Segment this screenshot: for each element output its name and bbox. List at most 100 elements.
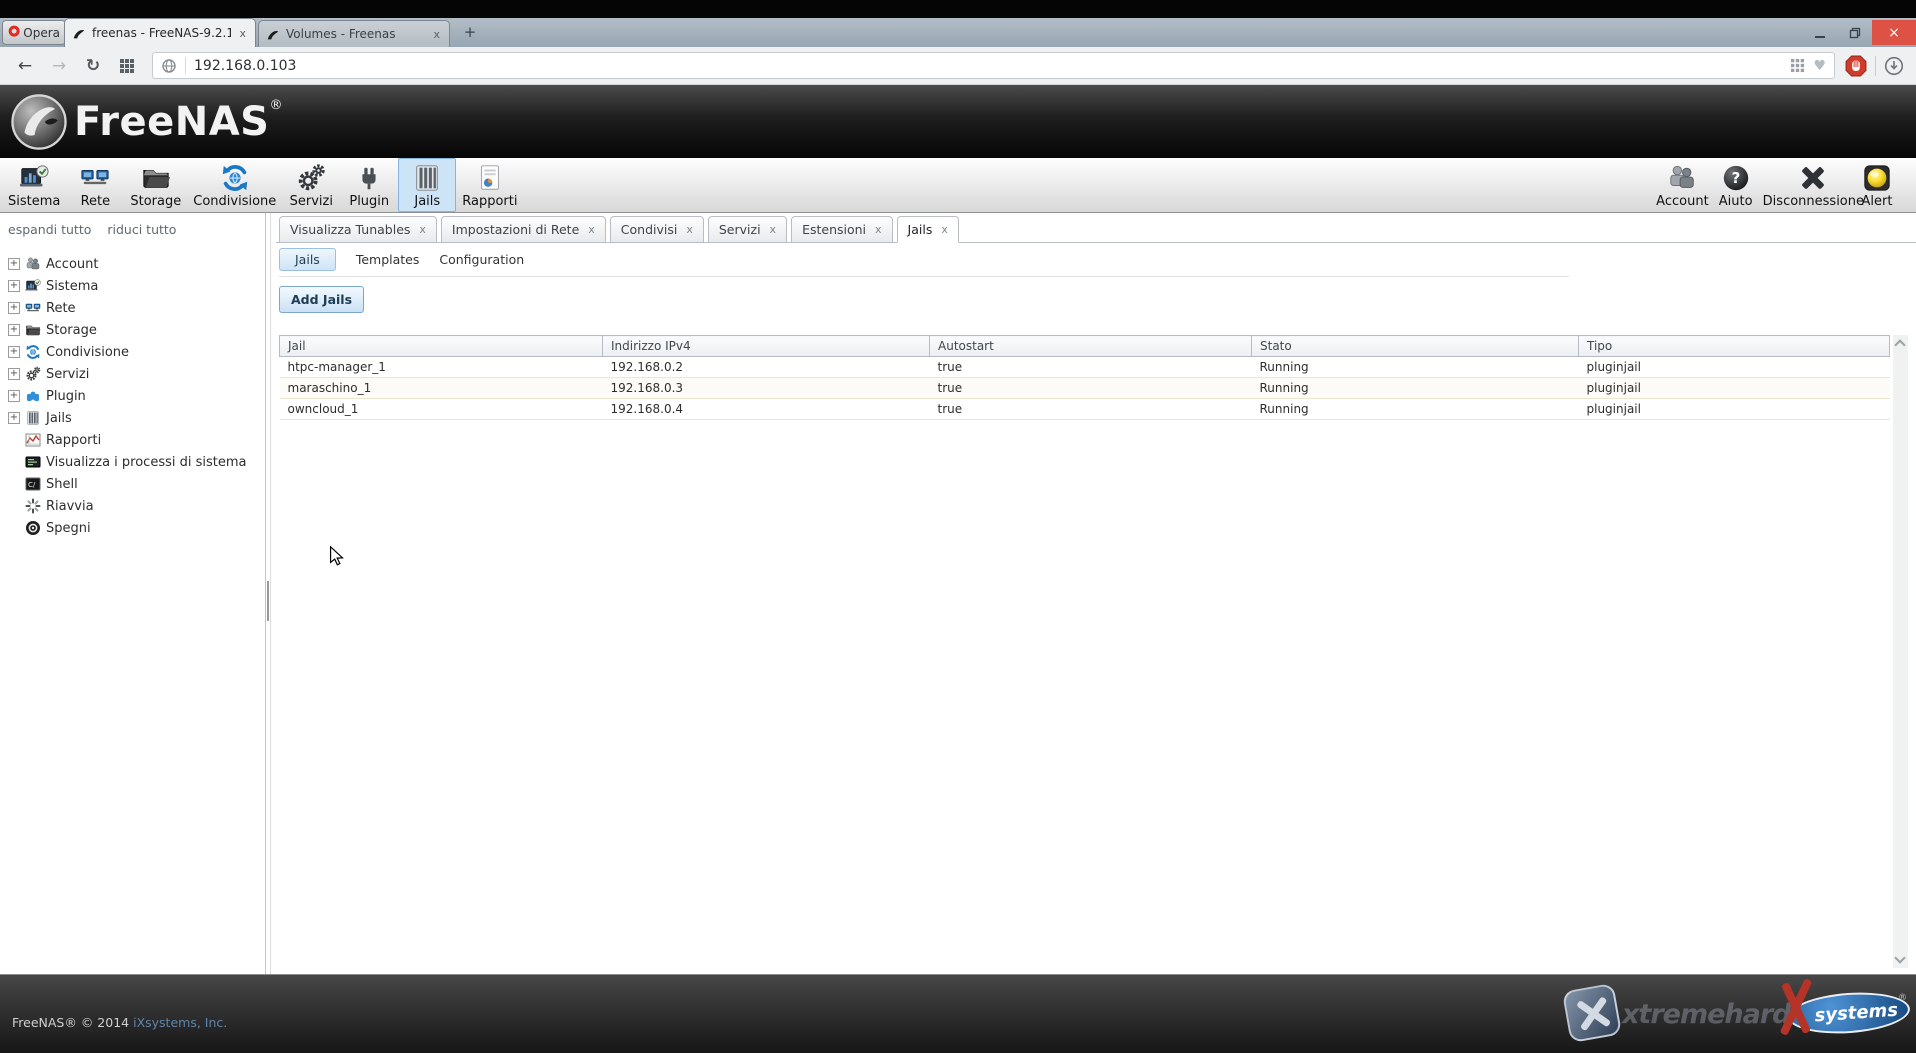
toolbar-item-rete[interactable]: Rete <box>66 158 124 212</box>
url-input[interactable] <box>194 58 1782 74</box>
plugin-icon <box>354 163 384 193</box>
sidebar-item-spegni[interactable]: Spegni <box>8 517 265 539</box>
close-icon[interactable]: x <box>770 223 777 236</box>
toolbar-right-group: Account ? Aiuto Disconnessione Alert <box>1654 158 1916 212</box>
collapse-all-link[interactable]: riduci tutto <box>107 222 176 237</box>
toolbar-label: Account <box>1656 194 1709 209</box>
scroll-down-icon[interactable] <box>1894 952 1905 963</box>
toolbar-item-plugin[interactable]: Plugin <box>340 158 398 212</box>
sidebar-item-rapporti[interactable]: Rapporti <box>8 429 265 451</box>
forward-button[interactable]: → <box>47 54 71 78</box>
tab-servizi[interactable]: Servizi x <box>708 216 787 243</box>
downloads-icon[interactable] <box>1884 56 1904 76</box>
cell-jail-name: htpc-manager_1 <box>280 357 603 378</box>
expander-icon[interactable]: + <box>8 324 20 336</box>
column-header-ipv4[interactable]: Indirizzo IPv4 <box>603 336 930 357</box>
tab-close-icon[interactable]: x <box>237 27 248 40</box>
column-header-stato[interactable]: Stato <box>1252 336 1579 357</box>
close-button[interactable]: × <box>1872 20 1916 45</box>
sidebar-item-label: Condivisione <box>46 345 129 360</box>
expander-icon[interactable]: + <box>8 346 20 358</box>
sidebar-item-shell[interactable]: C/ Shell <box>8 473 265 495</box>
tab-visualizza-tunables[interactable]: Visualizza Tunables x <box>279 216 437 243</box>
expand-all-link[interactable]: espandi tutto <box>8 222 91 237</box>
sidebar-item-processi[interactable]: Visualizza i processi di sistema <box>8 451 265 473</box>
sidebar-item-servizi[interactable]: + Servizi <box>8 363 265 385</box>
reload-button[interactable]: ↻ <box>81 54 105 78</box>
sidebar-splitter[interactable] <box>266 213 276 974</box>
table-row[interactable]: owncloud_1 192.168.0.4 true Running plug… <box>280 399 1890 420</box>
browser-tab-volumes[interactable]: Volumes - Freenas x <box>258 20 450 47</box>
subtab-jails[interactable]: Jails <box>279 248 336 271</box>
column-header-tipo[interactable]: Tipo <box>1579 336 1890 357</box>
reports-chart-icon <box>25 432 41 448</box>
browser-tab-strip: Opera freenas - FreeNAS-9.2.1.5- x Volum… <box>0 18 1916 47</box>
browser-tab-title: Volumes - Freenas <box>286 27 425 41</box>
grid-icon[interactable] <box>1790 58 1805 73</box>
sidebar-item-storage[interactable]: + Storage <box>8 319 265 341</box>
expander-icon[interactable]: + <box>8 258 20 270</box>
expander-icon[interactable]: + <box>8 302 20 314</box>
back-button[interactable]: ← <box>13 54 37 78</box>
tab-estensioni[interactable]: Estensioni x <box>791 216 892 243</box>
sidebar-item-condivisione[interactable]: + Condivisione <box>8 341 265 363</box>
toolbar-item-rapporti[interactable]: Rapporti <box>456 158 523 212</box>
svg-text:C/: C/ <box>28 481 36 489</box>
subtab-configuration[interactable]: Configuration <box>439 252 524 267</box>
column-header-autostart[interactable]: Autostart <box>930 336 1252 357</box>
toolbar-item-jails[interactable]: Jails <box>398 158 456 212</box>
close-icon[interactable]: x <box>686 223 693 236</box>
new-tab-button[interactable]: + <box>460 22 480 42</box>
close-icon[interactable]: x <box>588 223 595 236</box>
browser-tab-freenas[interactable]: freenas - FreeNAS-9.2.1.5- x <box>64 18 256 47</box>
sidebar-item-jails[interactable]: + Jails <box>8 407 265 429</box>
toolbar-item-account[interactable]: Account <box>1654 158 1711 212</box>
opera-menu-button[interactable]: Opera <box>2 20 66 45</box>
add-jails-button[interactable]: Add Jails <box>279 286 364 313</box>
tab-close-icon[interactable]: x <box>431 28 442 41</box>
sidebar-item-plugin[interactable]: + Plugin <box>8 385 265 407</box>
toolbar-item-condivisione[interactable]: Condivisione <box>187 158 282 212</box>
services-gear-icon <box>296 163 326 193</box>
sidebar-item-label: Account <box>46 257 99 272</box>
restore-button[interactable] <box>1837 20 1872 45</box>
adblock-extension-icon[interactable] <box>1845 55 1867 77</box>
table-row[interactable]: maraschino_1 192.168.0.3 true Running pl… <box>280 378 1890 399</box>
splitter-grip[interactable] <box>267 581 269 621</box>
sidebar-item-sistema[interactable]: + Sistema <box>8 275 265 297</box>
toolbar-item-alert[interactable]: Alert <box>1852 158 1902 212</box>
scroll-up-icon[interactable] <box>1894 339 1905 350</box>
minimize-button[interactable] <box>1802 20 1837 45</box>
address-bar[interactable]: ♥ <box>152 52 1835 79</box>
bookmark-heart-icon[interactable]: ♥ <box>1813 58 1826 74</box>
expander-icon[interactable]: + <box>8 368 20 380</box>
ixsystems-link[interactable]: iXsystems, Inc. <box>133 1015 227 1030</box>
expander-icon[interactable]: + <box>8 390 20 402</box>
close-icon[interactable]: x <box>419 223 426 236</box>
subtab-templates[interactable]: Templates <box>356 252 420 267</box>
close-icon[interactable]: x <box>875 223 882 236</box>
sidebar-item-label: Jails <box>46 411 72 426</box>
tab-impostazioni-di-rete[interactable]: Impostazioni di Rete x <box>441 216 606 243</box>
toolbar-item-aiuto[interactable]: ? Aiuto <box>1711 158 1761 212</box>
tab-label: Estensioni <box>802 222 866 237</box>
window-top-strip <box>0 0 1916 18</box>
column-header-jail[interactable]: Jail <box>280 336 603 357</box>
toolbar-item-sistema[interactable]: Sistema <box>2 158 66 212</box>
table-row[interactable]: htpc-manager_1 192.168.0.2 true Running … <box>280 357 1890 378</box>
sidebar-item-riavvia[interactable]: Riavvia <box>8 495 265 517</box>
sidebar-item-rete[interactable]: + Rete <box>8 297 265 319</box>
system-icon <box>19 163 49 193</box>
tab-jails[interactable]: Jails x <box>897 216 959 243</box>
expander-icon[interactable]: + <box>8 412 20 424</box>
toolbar-item-servizi[interactable]: Servizi <box>282 158 340 212</box>
toolbar-item-storage[interactable]: Storage <box>124 158 187 212</box>
tab-condivisi[interactable]: Condivisi x <box>610 216 704 243</box>
close-icon[interactable]: x <box>941 223 948 236</box>
expander-icon[interactable]: + <box>8 280 20 292</box>
toolbar-item-disconnessione[interactable]: Disconnessione <box>1761 158 1866 212</box>
speed-dial-icon[interactable] <box>115 54 139 78</box>
freenas-favicon <box>72 26 86 40</box>
grid-scrollbar[interactable] <box>1893 335 1908 968</box>
sidebar-item-account[interactable]: + Account <box>8 253 265 275</box>
